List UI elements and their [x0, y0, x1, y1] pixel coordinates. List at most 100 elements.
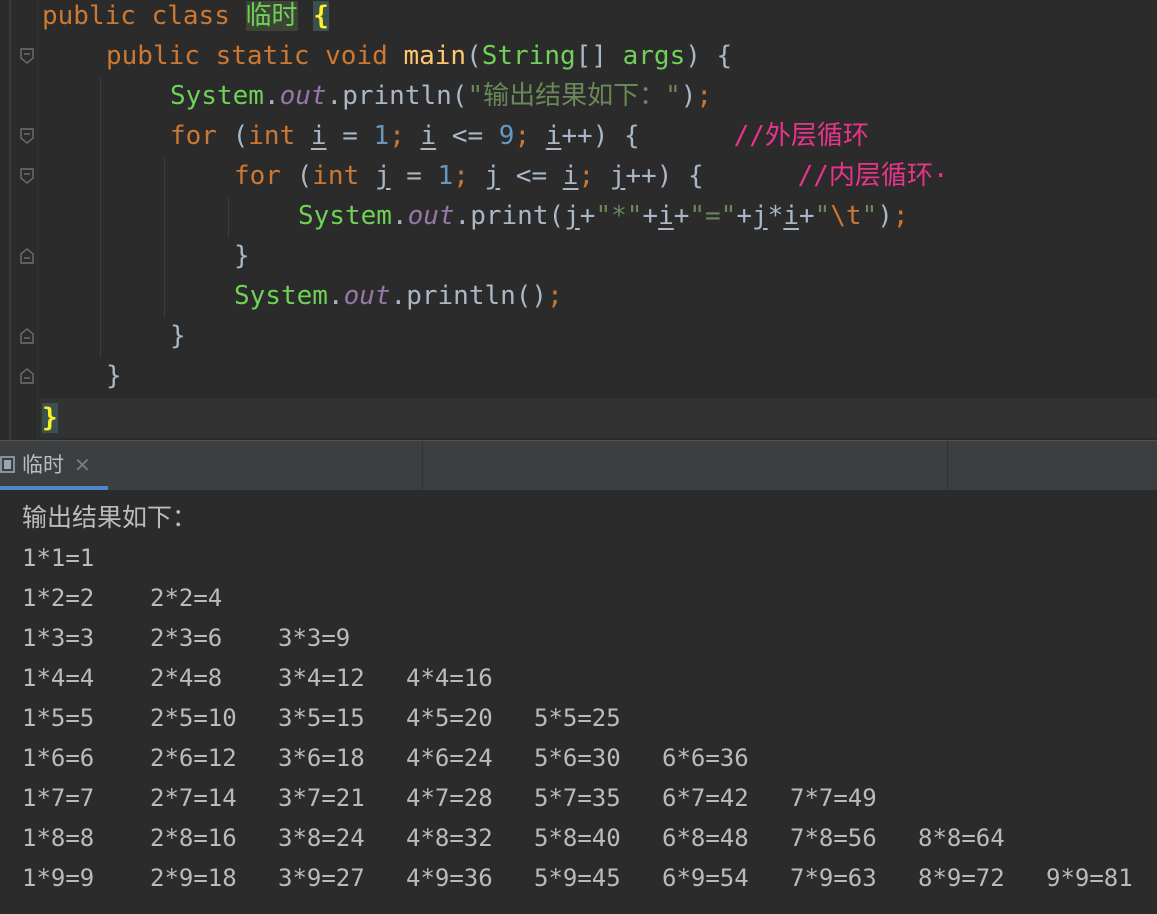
close-brace: }: [170, 321, 186, 351]
fold-open-icon[interactable]: [20, 128, 34, 144]
close-brace: }: [234, 241, 250, 271]
keyword-int: int: [248, 121, 296, 151]
code-line-newline[interactable]: System.out.println();: [234, 276, 563, 316]
dot: .: [391, 201, 408, 231]
code-line-print[interactable]: System.out.print(j+"*"+i+"="+j*i+"\t");: [298, 196, 909, 236]
console-cell: 4*9=36: [406, 864, 493, 892]
console-cell: 7*7=49: [790, 784, 877, 812]
console-cell: 3*3=9: [278, 624, 351, 652]
console-cell: 6*7=42: [662, 784, 749, 812]
semicolon: ;: [514, 121, 531, 151]
console-cell: 5*8=40: [534, 824, 621, 852]
array-brackets: []: [575, 41, 623, 71]
fold-open-icon[interactable]: [20, 168, 34, 184]
console-cell: 2*5=10: [150, 704, 237, 732]
out-field: out: [343, 281, 391, 311]
semicolon: ;: [892, 201, 909, 231]
var-j: j: [484, 161, 501, 191]
system-class: System: [298, 201, 392, 231]
operator: =: [326, 121, 374, 151]
var-j: j: [609, 161, 626, 191]
keyword-class: class: [151, 1, 230, 31]
method-name: main: [403, 41, 467, 71]
paren-close: ): [680, 81, 697, 111]
run-tab-label: 临时: [22, 453, 64, 477]
operator: <=: [436, 121, 499, 151]
system-class: System: [234, 281, 328, 311]
string-quote: ": [861, 201, 878, 231]
operator: +: [579, 201, 596, 231]
console-output[interactable]: 输出结果如下： 1*1=1 1*2=2 2*2=4 1*3=3 2*3=6 3*3=9 1*…: [0, 490, 1157, 914]
console-cell: 1*9=9: [22, 864, 95, 892]
dot: .: [263, 81, 280, 111]
console-cell: 3*4=12: [278, 664, 365, 692]
gutter-edge: [37, 0, 38, 440]
code-line-class-decl[interactable]: public class 临时 {: [42, 0, 329, 36]
indent-guide: [100, 78, 101, 358]
fold-close-icon[interactable]: [20, 368, 34, 384]
system-class: System: [170, 81, 264, 111]
keyword-for: for: [234, 161, 281, 191]
console-cell: 1*6=6: [22, 744, 95, 772]
operator: *: [767, 201, 784, 231]
operator: <=: [500, 161, 563, 191]
semicolon: ;: [578, 161, 595, 191]
semicolon: ;: [453, 161, 469, 191]
code-editor[interactable]: public class 临时 { public static void mai…: [0, 0, 1157, 440]
console-cell: 5*9=45: [534, 864, 621, 892]
keyword-int: int: [312, 161, 360, 191]
paren-close: ) {: [685, 41, 733, 71]
paren-close: ): [877, 201, 893, 231]
increment: ++) {: [625, 161, 704, 191]
console-cell: 4*6=24: [406, 744, 493, 772]
keyword-for: for: [170, 121, 217, 151]
indent-guide: [164, 158, 165, 318]
comment: //内层循环·: [797, 161, 949, 191]
var-i: i: [562, 161, 579, 191]
console-cell: 3*8=24: [278, 824, 365, 852]
console-cell: 4*8=32: [406, 824, 493, 852]
console-cell: 4*7=28: [406, 784, 493, 812]
code-line-main-decl[interactable]: public static void main(String[] args) {: [106, 36, 732, 76]
paren: (: [280, 161, 313, 191]
number-literal: 9: [498, 121, 515, 151]
operator: +: [673, 201, 690, 231]
fold-open-icon[interactable]: [20, 48, 34, 64]
dot: .: [327, 281, 344, 311]
print-call: .print(: [454, 201, 565, 231]
string-quote: ": [814, 201, 831, 231]
indent-guide: [228, 198, 229, 238]
console-cell: 4*5=20: [406, 704, 493, 732]
string-literal: "输出结果如下：": [467, 81, 681, 111]
code-line-class-close[interactable]: }: [42, 398, 58, 438]
run-tab[interactable]: 临时 ✕: [0, 441, 108, 490]
operator: +: [642, 201, 659, 231]
var-j: j: [752, 201, 768, 231]
close-icon[interactable]: ✕: [74, 449, 91, 481]
string-literal: "=": [689, 201, 737, 231]
console-icon: [0, 456, 16, 474]
out-field: out: [279, 81, 327, 111]
code-line-outer-close[interactable]: }: [170, 316, 186, 356]
console-cell: 2*7=14: [150, 784, 237, 812]
println-call: .println(: [326, 81, 468, 111]
var-i: i: [783, 201, 799, 231]
string-literal: "*": [595, 201, 643, 231]
param-type: String: [481, 41, 576, 71]
var-i: i: [420, 121, 437, 151]
fold-close-icon[interactable]: [20, 328, 34, 344]
var-i: i: [545, 121, 562, 151]
console-cell: 1*8=8: [22, 824, 95, 852]
code-line-inner-close[interactable]: }: [234, 236, 250, 276]
paren: (: [466, 41, 482, 71]
code-line-println-header[interactable]: System.out.println("输出结果如下：");: [170, 76, 712, 116]
fold-close-icon[interactable]: [20, 248, 34, 264]
var-j: j: [374, 161, 391, 191]
console-cell: 3*9=27: [278, 864, 365, 892]
console-line: 输出结果如下：: [22, 503, 198, 532]
current-line-highlight: [38, 398, 1157, 438]
code-line-outer-for[interactable]: for (int i = 1; i <= 9; i++) { //外层循环: [170, 116, 869, 156]
console-cell: 1*2=2: [22, 584, 95, 612]
code-line-main-close[interactable]: }: [106, 356, 122, 396]
code-line-inner-for[interactable]: for (int j = 1; j <= i; j++) { //内层循环·: [234, 156, 949, 196]
